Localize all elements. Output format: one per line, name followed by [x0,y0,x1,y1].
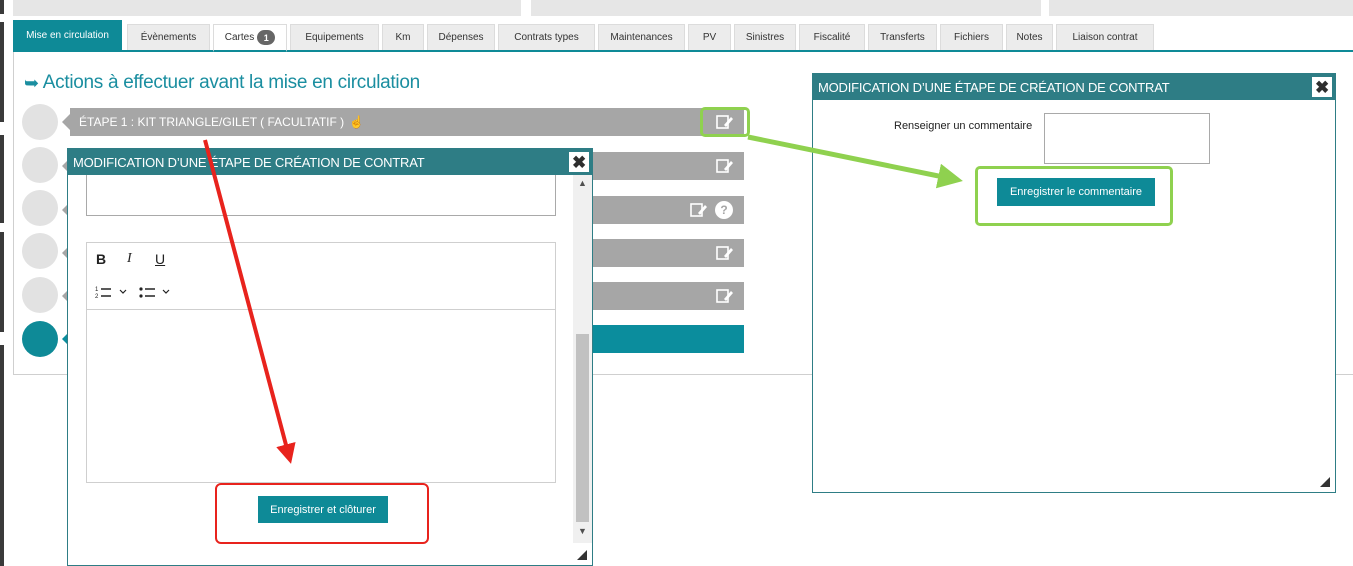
edit-comment-icon[interactable] [716,245,734,261]
tab-km[interactable]: Km [382,24,424,50]
step-row[interactable]: ÉTAPE 1 : KIT TRIANGLE/GILET ( FACULTATI… [62,108,744,136]
hand-pointer-icon: ☝ [349,115,365,129]
edit-comment-icon[interactable] [690,202,708,218]
tab-label: Cartes [224,32,255,43]
top-header-block [13,0,521,16]
highlight-save-comment [975,166,1173,226]
tab-fichiers[interactable]: Fichiers [940,24,1003,50]
tab-notes[interactable]: Notes [1006,24,1053,50]
step-indicator [22,147,58,183]
tab-label: Transferts [880,32,925,43]
tab-label: Fichiers [953,32,989,43]
right-arrow-icon: ➥ [24,72,39,93]
tab-evenements[interactable]: Évènements [127,24,210,50]
screen: Mise en circulation Évènements Cartes 1 E… [0,0,1353,566]
tab-liaison-contrat[interactable]: Liaison contrat [1056,24,1154,50]
edit-comment-icon[interactable] [716,158,734,174]
step-indicator [22,104,58,140]
left-edge-bar [0,22,4,122]
rich-text-editor: B I U 12 [86,242,556,483]
section-title-text: Actions à effectuer avant la mise en cir… [42,72,420,93]
step-indicator [22,190,58,226]
tab-label: Notes [1016,32,1043,43]
tab-label: Fiscalité [813,32,851,43]
scroll-down-icon[interactable]: ▼ [573,526,592,536]
italic-button[interactable]: I [127,251,132,267]
dialog-text-field[interactable] [86,175,556,216]
top-header-block [1049,0,1353,16]
tab-label: Km [395,32,411,43]
section-title: ➥ Actions à effectuer avant la mise en c… [24,72,420,94]
comment-textarea[interactable] [1044,113,1210,164]
tab-label: Contrats types [514,32,579,43]
tab-sinistres[interactable]: Sinistres [734,24,796,50]
tab-label: Évènements [140,32,197,43]
tab-label: Dépenses [438,32,484,43]
tab-label: Equipements [305,32,364,43]
underline-button[interactable]: U [155,251,165,267]
tab-label: Liaison contrat [1072,32,1138,43]
tab-depenses[interactable]: Dépenses [427,24,495,50]
left-edge-bar [0,232,4,332]
left-edge-bar [0,135,4,223]
dialog-header: MODIFICATION D’UNE ÉTAPE DE CRÉATION DE … [813,74,1335,100]
tab-fiscalite[interactable]: Fiscalité [799,24,865,50]
edit-comment-icon[interactable] [716,288,734,304]
tab-label: PV [702,32,717,43]
editor-content-area[interactable] [87,311,555,482]
scroll-up-icon[interactable]: ▲ [573,178,592,188]
step-label: ÉTAPE 1 : KIT TRIANGLE/GILET ( FACULTATI… [79,115,345,129]
step-edit-dialog-comment: MODIFICATION D’UNE ÉTAPE DE CRÉATION DE … [812,73,1336,493]
close-icon[interactable]: ✖ [1312,77,1332,97]
tab-mise-en-circulation[interactable]: Mise en circulation [13,20,122,50]
step-indicator [22,277,58,313]
close-icon[interactable]: ✖ [569,152,589,172]
tab-label: Maintenances [610,32,673,43]
bullet-list-icon[interactable] [139,285,175,299]
left-edge-bar [0,345,4,566]
highlight-edit-icon [700,107,750,137]
tab-bar: Mise en circulation Évènements Cartes 1 E… [13,20,1353,52]
highlight-save-and-close [215,483,429,544]
dialog-title: MODIFICATION D’UNE ÉTAPE DE CRÉATION DE … [818,79,1170,95]
tab-equipements[interactable]: Equipements [290,24,379,50]
tab-cartes[interactable]: Cartes 1 [213,24,287,52]
comment-label: Renseigner un commentaire [894,120,1033,132]
bold-button[interactable]: B [96,251,106,267]
resize-grip-icon[interactable] [577,550,587,560]
tab-pv[interactable]: PV [688,24,731,50]
ordered-list-icon[interactable]: 12 [95,285,131,299]
tab-label: Sinistres [745,32,785,43]
dialog-title: MODIFICATION D’UNE ÉTAPE DE CRÉATION DE … [73,154,425,170]
editor-toolbar: B I U 12 [87,243,555,310]
tab-contrats-types[interactable]: Contrats types [498,24,595,50]
dialog-header: MODIFICATION D’UNE ÉTAPE DE CRÉATION DE … [68,149,592,175]
dialog-scrollbar[interactable]: ▲ ▼ [573,175,592,543]
count-badge: 1 [257,30,276,45]
help-icon[interactable]: ? [715,201,733,219]
scroll-thumb[interactable] [576,334,589,522]
step-indicator [22,233,58,269]
tab-label: Mise en circulation [26,30,109,41]
step-indicator-active [22,321,58,357]
svg-text:1: 1 [95,287,99,293]
left-edge-bar [0,0,4,14]
resize-grip-icon[interactable] [1320,477,1330,487]
tab-maintenances[interactable]: Maintenances [598,24,685,50]
top-header-block [531,0,1041,16]
tab-transferts[interactable]: Transferts [868,24,937,50]
svg-text:2: 2 [95,294,99,299]
